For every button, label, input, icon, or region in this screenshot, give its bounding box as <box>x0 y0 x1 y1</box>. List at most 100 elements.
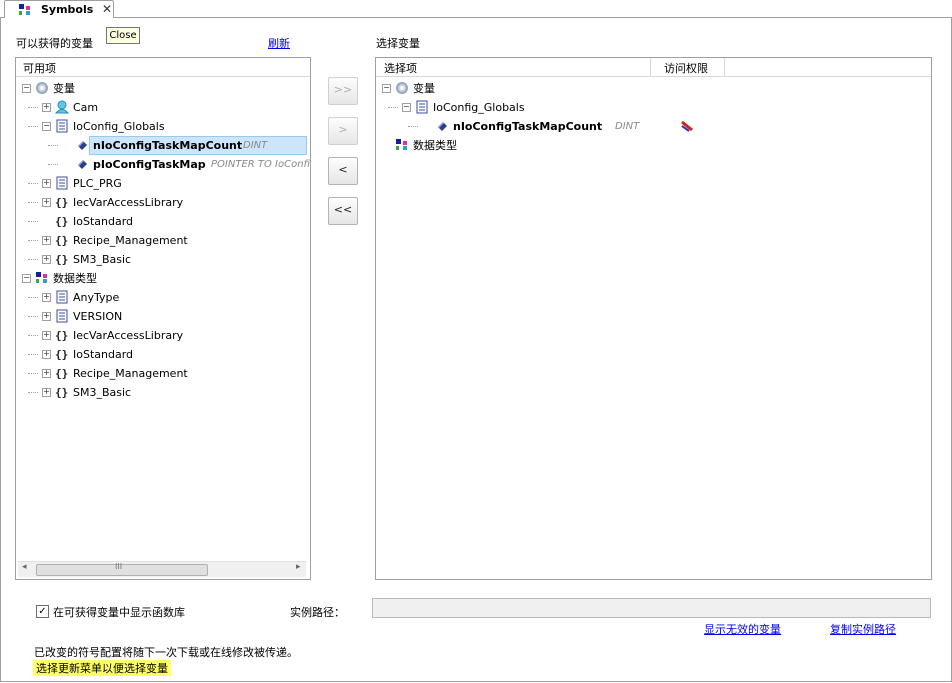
expand-icon[interactable]: + <box>42 255 51 264</box>
tree-item-type: POINTER TO IoConfi <box>211 159 311 170</box>
tree-row[interactable]: − IoConfig_Globals <box>16 117 308 136</box>
tree-item-label: PLC_PRG <box>73 177 122 190</box>
expand-icon[interactable]: + <box>42 236 51 245</box>
tree-item-label: IoStandard <box>73 348 134 361</box>
tree-connector <box>48 145 58 146</box>
collapse-icon[interactable]: − <box>22 84 31 93</box>
gear-icon <box>396 82 408 94</box>
copy-instance-path-link[interactable]: 复制实例路径 <box>830 621 896 637</box>
expand-icon[interactable]: + <box>42 312 51 321</box>
tree-item-label: Recipe_Management <box>73 367 188 380</box>
tree-row[interactable]: nIoConfigTaskMapCount DINT <box>376 117 929 136</box>
expand-icon[interactable]: + <box>42 103 51 112</box>
document-icon <box>56 119 68 133</box>
column-divider <box>724 58 725 76</box>
expand-icon[interactable]: + <box>42 179 51 188</box>
tree-item-label: pIoConfigTaskMap <box>93 158 206 171</box>
tree-row[interactable]: + PLC_PRG <box>16 174 308 193</box>
tree-row[interactable]: + {} Recipe_Management <box>16 364 308 383</box>
tree-item-label: SM3_Basic <box>73 386 132 399</box>
close-icon[interactable]: ✕ <box>102 2 112 16</box>
expand-icon[interactable]: + <box>42 293 51 302</box>
tree-connector <box>28 259 38 260</box>
tree-row[interactable]: − 数据类型 <box>16 269 308 288</box>
document-icon <box>56 176 68 190</box>
instance-path-label: 实例路径： <box>290 606 345 619</box>
selected-items-panel[interactable]: 选择项 访问权限 − 变量 − IoConfig_Globals nIoConfigTa… <box>375 57 932 580</box>
tree-row[interactable]: + {} IoStandard <box>16 345 308 364</box>
tree-row[interactable]: + {} SM3_Basic <box>16 250 308 269</box>
tree-row[interactable]: + Cam <box>16 98 308 117</box>
remove-button[interactable]: < <box>328 157 358 185</box>
scroll-right-arrow-icon[interactable]: ▸ <box>296 562 301 572</box>
add-all-button[interactable]: >> <box>328 77 358 105</box>
tree-row[interactable]: − IoConfig_Globals <box>376 98 929 117</box>
horizontal-scrollbar[interactable]: ◂ III ▸ <box>18 561 306 577</box>
remove-all-button[interactable]: << <box>328 197 358 225</box>
expand-icon[interactable]: + <box>42 369 51 378</box>
collapse-icon[interactable]: − <box>42 122 51 131</box>
tree-row[interactable]: pIoConfigTaskMap POINTER TO IoConfi <box>16 155 311 174</box>
tree-connector <box>48 164 58 165</box>
tree-row[interactable]: − 变量 <box>376 79 929 98</box>
tree-item-label: IecVarAccessLibrary <box>73 196 184 209</box>
expand-icon[interactable]: + <box>42 350 51 359</box>
tree-item-label: 数据类型 <box>53 272 97 285</box>
tree-row[interactable]: + {} IecVarAccessLibrary <box>16 326 308 345</box>
tree-row[interactable]: + {} IecVarAccessLibrary <box>16 193 308 212</box>
selected-items-header: 选择项 访问权限 <box>376 58 931 77</box>
braces-icon: {} <box>55 348 68 361</box>
expand-icon[interactable]: + <box>42 388 51 397</box>
braces-icon: {} <box>55 386 68 399</box>
scroll-thumb[interactable]: III <box>36 562 208 576</box>
collapse-icon[interactable]: − <box>402 103 411 112</box>
braces-icon: {} <box>55 234 68 247</box>
close-tooltip: Close <box>106 27 140 44</box>
show-libraries-label: 在可获得变量中显示函数库 <box>53 606 185 619</box>
tree-item-label: 数据类型 <box>413 139 457 152</box>
tree-connector <box>28 297 38 298</box>
instance-path-field[interactable] <box>372 598 931 618</box>
available-items-panel[interactable]: 可用项 − 变量 + Cam − IoConfig_Globals nIoConfigTas… <box>15 57 311 580</box>
tree-item-label: VERSION <box>73 310 123 323</box>
scroll-left-arrow-icon[interactable]: ◂ <box>22 562 27 572</box>
tree-row[interactable]: 数据类型 <box>376 136 929 155</box>
svg-text:{}: {} <box>55 215 68 228</box>
expand-icon[interactable]: + <box>42 198 51 207</box>
tree-item-type: DINT <box>243 140 268 151</box>
tree-connector <box>408 126 418 127</box>
tree-connector <box>28 373 38 374</box>
datatype-icon <box>19 4 30 15</box>
tree-row[interactable]: {} IoStandard <box>16 212 308 231</box>
column-available-items: 可用项 <box>23 62 56 75</box>
tree-row[interactable]: nIoConfigTaskMapCount DINT <box>16 136 308 155</box>
add-button[interactable]: > <box>328 117 358 145</box>
tree-connector <box>28 354 38 355</box>
variable-icon <box>78 141 87 150</box>
tab-symbols[interactable]: Symbols ✕ <box>4 0 114 18</box>
tree-row[interactable]: + {} Recipe_Management <box>16 231 308 250</box>
svg-text:{}: {} <box>55 234 68 247</box>
document-icon <box>416 100 428 114</box>
column-selected-items: 选择项 <box>384 62 417 75</box>
braces-icon: {} <box>55 367 68 380</box>
collapse-icon[interactable]: − <box>22 274 31 283</box>
collapse-icon[interactable]: − <box>382 84 391 93</box>
info-message: 已改变的符号配置将随下一次下载或在线修改被传递。 <box>34 646 298 659</box>
tree-connector <box>28 221 38 222</box>
tree-connector <box>28 183 38 184</box>
tree-row[interactable]: + AnyType <box>16 288 308 307</box>
svg-text:{}: {} <box>55 367 68 380</box>
show-invalid-variables-link[interactable]: 显示无效的变量 <box>704 621 781 637</box>
refresh-link[interactable]: 刷新 <box>268 35 290 51</box>
tree-row[interactable]: + VERSION <box>16 307 308 326</box>
tree-connector <box>388 107 398 108</box>
tree-item-label: nIoConfigTaskMapCount <box>93 139 243 152</box>
tree-row[interactable]: − 变量 <box>16 79 308 98</box>
tree-item-label: nIoConfigTaskMapCount <box>453 120 603 133</box>
braces-icon: {} <box>55 196 68 209</box>
show-libraries-checkbox[interactable]: ✓ <box>36 605 49 618</box>
expand-icon[interactable]: + <box>42 331 51 340</box>
svg-text:{}: {} <box>55 386 68 399</box>
tree-row[interactable]: + {} SM3_Basic <box>16 383 308 402</box>
